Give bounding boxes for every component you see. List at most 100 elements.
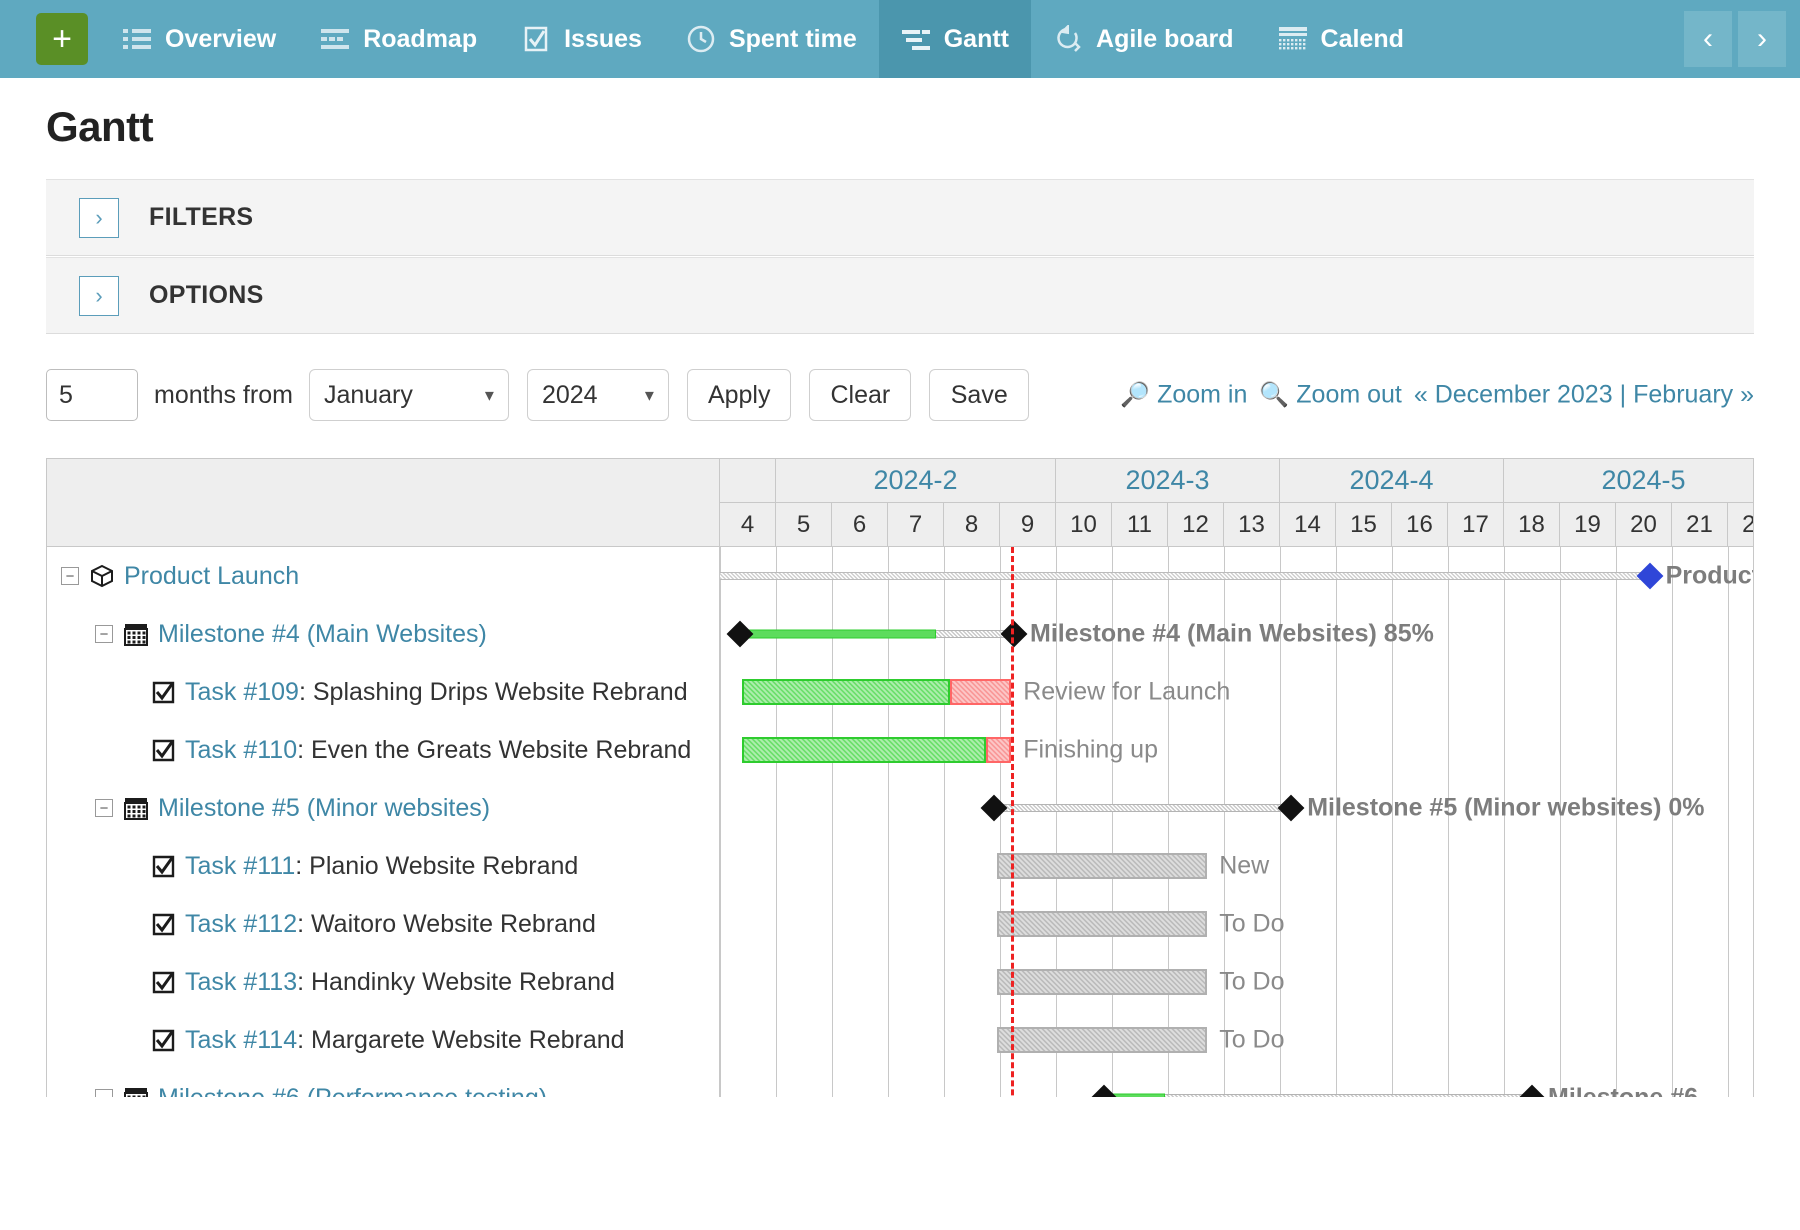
apply-button[interactable]: Apply	[686, 369, 792, 421]
tree-collapse-toggle[interactable]: −	[61, 567, 79, 585]
week-header-cell: 12	[1168, 503, 1224, 546]
checkbox-checked-icon	[152, 681, 175, 704]
next-period-link[interactable]: February »	[1633, 381, 1754, 410]
add-button[interactable]: +	[36, 13, 88, 65]
gantt-row-label: New	[1219, 851, 1270, 880]
agile-icon	[1053, 24, 1083, 54]
gantt-row-label: To Do	[1219, 909, 1285, 938]
task-tree-row[interactable]: Task #110: Even the Greats Website Rebra…	[47, 721, 719, 779]
zoom-navigation: 🔎 Zoom in 🔍 Zoom out « December 2023 | F…	[1120, 381, 1754, 410]
task-tree-row[interactable]: − Milestone #4 (Main Websites)	[47, 605, 719, 663]
nav-item-gantt[interactable]: Gantt	[878, 0, 1032, 78]
month-header-cell	[720, 459, 776, 502]
task-tree-row[interactable]: Task #113: Handinky Website Rebrand	[47, 953, 719, 1011]
summary-bar[interactable]	[1103, 1094, 1532, 1097]
task-link[interactable]: Task #114	[185, 1026, 297, 1055]
task-bar-done[interactable]	[742, 737, 986, 763]
task-tree-row[interactable]: − Milestone #6 (Performance testing)	[47, 1069, 719, 1097]
task-tree-row[interactable]: Task #109: Splashing Drips Website Rebra…	[47, 663, 719, 721]
nav-item-overview[interactable]: Overview	[100, 0, 298, 78]
chevron-right-icon[interactable]: ›	[79, 275, 119, 316]
week-number: 5	[796, 510, 811, 538]
task-tree-row[interactable]: Task #114: Margarete Website Rebrand	[47, 1011, 719, 1069]
month-header-label: 2024-5	[1601, 465, 1686, 495]
zoom-out-link[interactable]: Zoom out	[1296, 381, 1402, 410]
gantt-row: Milestone #5 (Minor websites) 0%	[720, 779, 1753, 837]
task-bar[interactable]	[997, 853, 1208, 879]
task-bar[interactable]	[997, 1027, 1208, 1053]
milestone-diamond-icon[interactable]	[1277, 794, 1305, 822]
task-link[interactable]: Milestone #4 (Main Websites)	[158, 620, 487, 649]
task-link[interactable]: Milestone #6 (Performance testing)	[158, 1084, 547, 1098]
task-bar-done[interactable]	[742, 679, 950, 705]
months-input[interactable]	[46, 369, 138, 421]
milestone-diamond-icon[interactable]	[726, 620, 754, 648]
nav-item-spent-time[interactable]: Spent time	[664, 0, 879, 78]
list-icon	[122, 24, 152, 54]
gantt-row: Product Laun	[720, 547, 1753, 605]
tree-collapse-toggle[interactable]: −	[95, 799, 113, 817]
clock-icon	[686, 24, 716, 54]
clear-button[interactable]: Clear	[809, 369, 912, 421]
week-header-cell: 21	[1672, 503, 1728, 546]
nav-item-label: Gantt	[943, 24, 1010, 53]
milestone-diamond-icon[interactable]	[1636, 562, 1664, 590]
task-link[interactable]: Milestone #5 (Minor websites)	[158, 794, 490, 823]
prev-period-link[interactable]: « December 2023	[1414, 381, 1613, 410]
calendar-grid-icon	[124, 623, 148, 646]
nav-item-issues[interactable]: Issues	[499, 0, 664, 78]
task-bar[interactable]	[997, 969, 1208, 995]
milestone-diamond-icon[interactable]	[980, 794, 1008, 822]
summary-bar[interactable]	[720, 572, 1650, 580]
milestone-diamond-icon[interactable]	[1518, 1084, 1546, 1097]
task-link[interactable]: Task #111	[185, 852, 295, 881]
task-tree-row[interactable]: − Product Launch	[47, 547, 719, 605]
chevron-right-icon[interactable]: ›	[79, 197, 119, 238]
zoom-out-icon[interactable]: 🔍	[1259, 381, 1289, 410]
task-link[interactable]: Product Launch	[124, 562, 299, 591]
task-link[interactable]: Task #112	[185, 910, 297, 939]
nav-item-label: Roadmap	[363, 24, 478, 53]
gantt-row: To Do	[720, 1011, 1753, 1069]
filters-panel[interactable]: › FILTERS	[46, 179, 1754, 256]
nav-item-roadmap[interactable]: Roadmap	[298, 0, 499, 78]
task-bar[interactable]	[997, 911, 1208, 937]
gantt-row: New	[720, 837, 1753, 895]
options-panel[interactable]: › OPTIONS	[46, 257, 1754, 334]
nav-item-agile-board[interactable]: Agile board	[1031, 0, 1256, 78]
gantt-header: 2024-2 2024-3 2024-4 2024-5 4 5 6 7 8 9 10 11 12 13 1…	[47, 459, 1753, 547]
task-link[interactable]: Task #113	[185, 968, 297, 997]
task-tree-row[interactable]: Task #111: Planio Website Rebrand	[47, 837, 719, 895]
gantt-timeline-area: Product Laun Milestone #4 (Main Websites)…	[720, 547, 1753, 1097]
task-bar-late[interactable]	[949, 679, 1012, 705]
tree-collapse-toggle[interactable]: −	[95, 625, 113, 643]
gantt-header-left-spacer	[47, 459, 720, 546]
week-number: 14	[1294, 510, 1321, 538]
task-link[interactable]: Task #109	[185, 678, 299, 707]
month-select[interactable]: January ▾	[308, 369, 509, 421]
nav-item-calend[interactable]: Calend	[1256, 0, 1426, 78]
gantt-icon	[901, 24, 931, 54]
summary-bar[interactable]	[994, 804, 1292, 812]
week-header-cell: 14	[1280, 503, 1336, 546]
zoom-in-icon[interactable]: 🔎	[1120, 381, 1150, 410]
gantt-row: Review for Launch	[720, 663, 1753, 721]
save-button[interactable]: Save	[929, 369, 1030, 421]
zoom-in-link[interactable]: Zoom in	[1157, 381, 1247, 410]
week-header-cell: 22	[1728, 503, 1753, 546]
tree-collapse-toggle[interactable]: −	[95, 1089, 113, 1097]
task-tree-row[interactable]: Task #112: Waitoro Website Rebrand	[47, 895, 719, 953]
task-tree-row[interactable]: − Milestone #5 (Minor websites)	[47, 779, 719, 837]
milestone-diamond-icon[interactable]	[1090, 1084, 1118, 1097]
year-select[interactable]: 2024 ▾	[526, 369, 669, 421]
week-header-cell: 8	[944, 503, 1000, 546]
today-marker-line	[1011, 547, 1015, 1097]
week-number: 9	[1020, 510, 1035, 538]
nav-next-button[interactable]: ›	[1738, 11, 1786, 67]
nav-prev-button[interactable]: ‹	[1684, 11, 1732, 67]
week-number: 10	[1070, 510, 1097, 538]
task-link[interactable]: Task #110	[185, 736, 297, 765]
top-navigation: + Overview Roadmap Issues Spent time Gantt Ag…	[0, 0, 1800, 78]
task-bar-late[interactable]	[986, 737, 1012, 763]
nav-arrows: ‹ ›	[1684, 0, 1800, 78]
